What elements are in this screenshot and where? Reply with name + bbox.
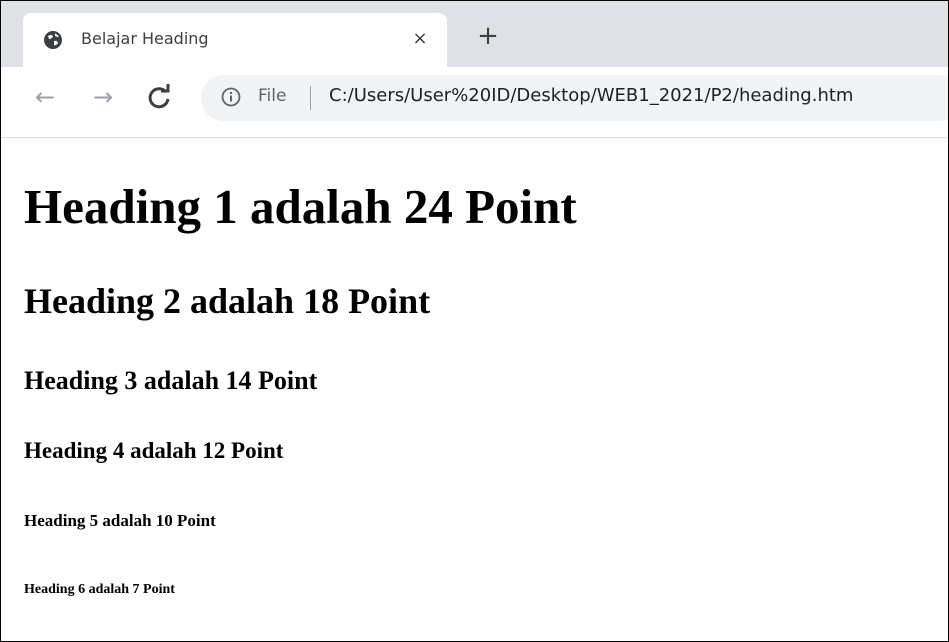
heading-6: Heading 6 adalah 7 Point (24, 582, 175, 597)
url-text[interactable]: C:/Users/User%20ID/Desktop/WEB1_2021/P2/… (329, 85, 853, 106)
page-content: Heading 1 adalah 24 Point Heading 2 adal… (1, 138, 948, 641)
back-arrow-icon[interactable]: ← (29, 81, 61, 113)
close-tab-icon[interactable]: × (409, 28, 431, 50)
heading-5: Heading 5 adalah 10 Point (24, 511, 216, 530)
browser-window: Belajar Heading × + ← → File C:/Users/Us… (0, 0, 949, 642)
reload-icon[interactable] (143, 81, 175, 113)
heading-3: Heading 3 adalah 14 Point (24, 366, 318, 395)
heading-4: Heading 4 adalah 12 Point (24, 438, 284, 463)
omnibox-divider (310, 86, 311, 110)
tab-strip: Belajar Heading × + (1, 1, 948, 67)
browser-tab[interactable]: Belajar Heading × (23, 13, 447, 67)
heading-1: Heading 1 adalah 24 Point (24, 179, 577, 234)
forward-arrow-icon[interactable]: → (87, 81, 119, 113)
globe-icon (44, 31, 62, 49)
info-icon[interactable] (221, 87, 241, 107)
heading-2: Heading 2 adalah 18 Point (24, 281, 431, 321)
browser-toolbar: ← → File C:/Users/User%20ID/Desktop/WEB1… (1, 67, 948, 138)
new-tab-icon[interactable]: + (475, 23, 501, 49)
address-bar[interactable]: File C:/Users/User%20ID/Desktop/WEB1_202… (201, 75, 948, 121)
scheme-label: File (258, 86, 287, 106)
tab-title: Belajar Heading (81, 29, 209, 48)
